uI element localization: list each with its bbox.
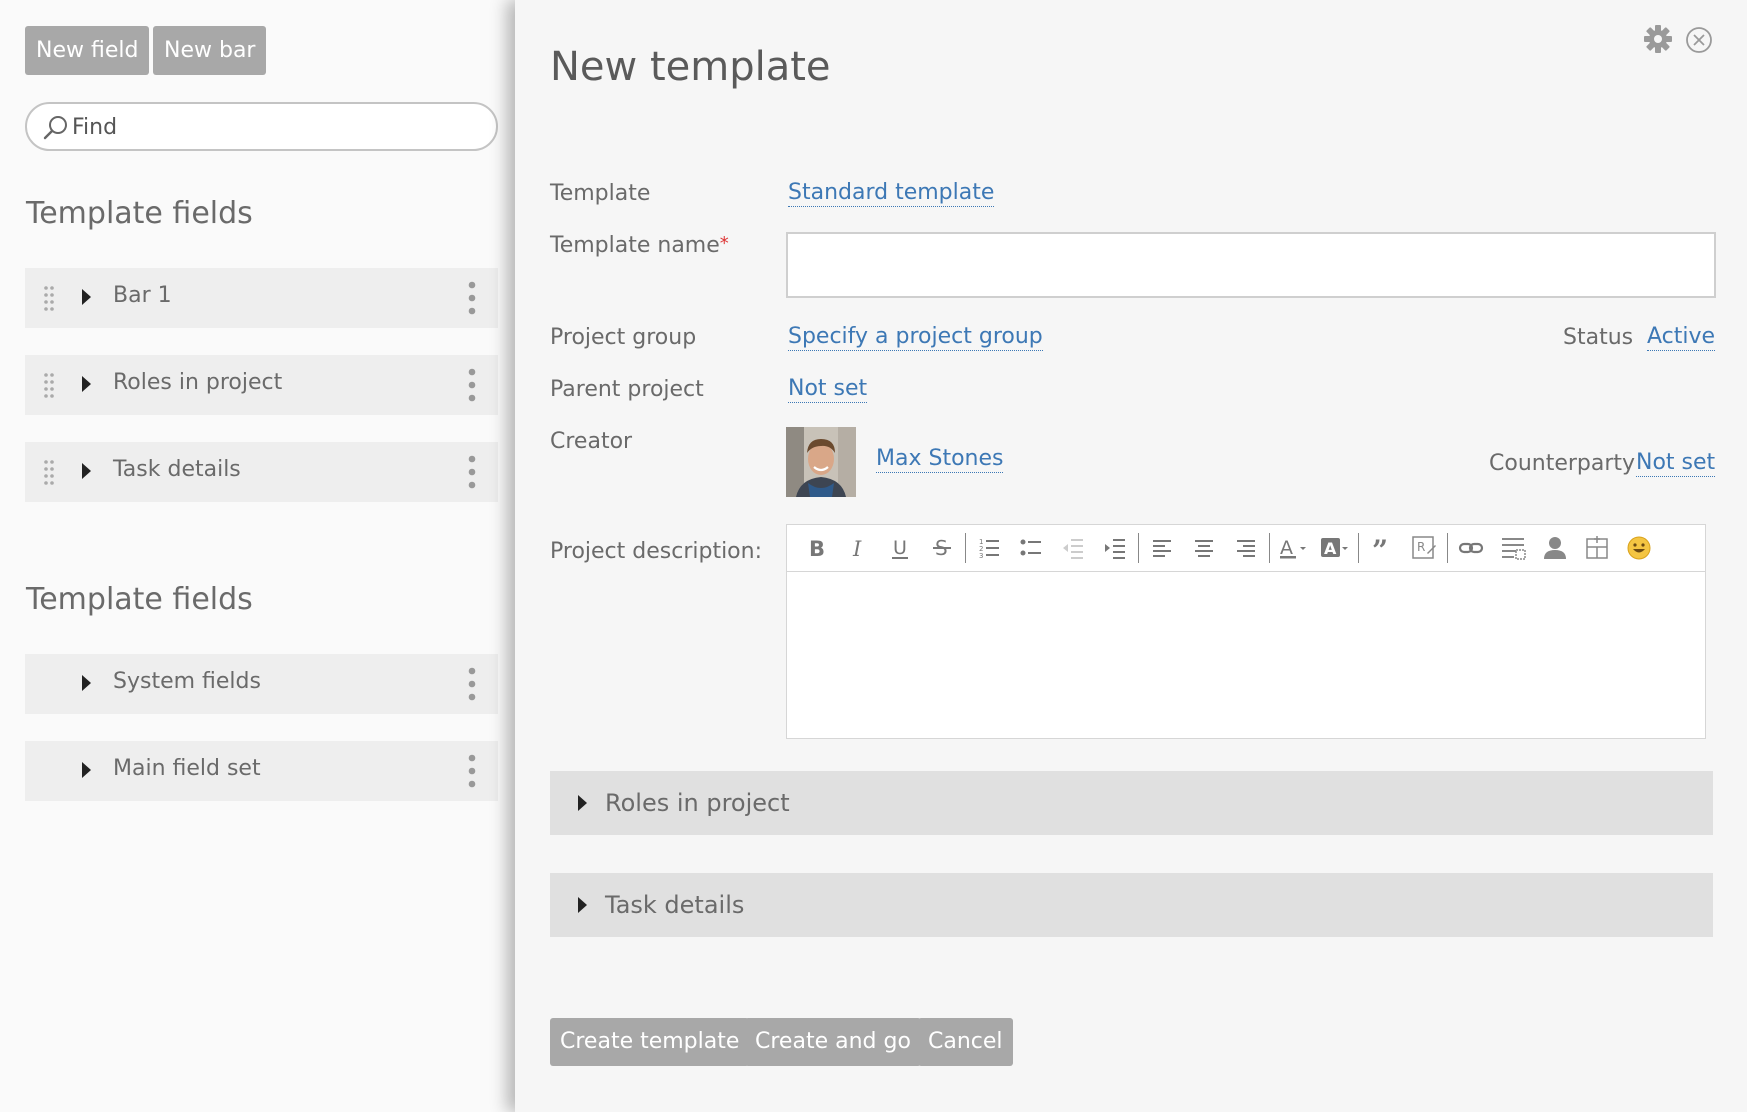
project-description-label: Project description: [550, 539, 762, 564]
toolbar-separator [1138, 533, 1139, 563]
template-fields-sidebar: New field New bar Find Template fields B… [0, 0, 515, 1112]
field-row-label: Roles in project [113, 370, 283, 395]
expand-triangle-icon[interactable] [578, 897, 587, 913]
insert-user-icon[interactable] [1534, 528, 1576, 568]
status-link[interactable]: Active [1647, 324, 1716, 351]
more-options-icon[interactable] [468, 281, 476, 315]
counterparty-label: Counterparty [1489, 451, 1636, 476]
more-options-icon[interactable] [468, 754, 476, 788]
project-description-editor: B I U S 123 A A ” R [786, 524, 1706, 739]
search-placeholder: Find [72, 115, 118, 140]
field-row-label: Task details [113, 457, 241, 482]
field-row-bar-1[interactable]: Bar 1 [25, 268, 498, 328]
expand-triangle-icon[interactable] [82, 762, 91, 778]
svg-text:R: R [1417, 540, 1425, 554]
outdent-icon[interactable] [1052, 528, 1094, 568]
avatar-photo [786, 427, 856, 497]
toolbar-separator [1447, 533, 1448, 563]
field-row-roles-in-project[interactable]: Roles in project [25, 355, 498, 415]
close-icon[interactable] [1685, 26, 1713, 54]
underline-icon[interactable]: U [879, 528, 921, 568]
creator-label: Creator [550, 429, 633, 454]
search-input[interactable]: Find [25, 102, 498, 151]
ordered-list-icon[interactable]: 123 [968, 528, 1010, 568]
expand-triangle-icon[interactable] [82, 289, 91, 305]
indent-icon[interactable] [1094, 528, 1136, 568]
field-row-main-field-set[interactable]: Main field set [25, 741, 498, 801]
toolbar-separator [1358, 533, 1359, 563]
svg-text:”: ” [1372, 536, 1388, 560]
creator-link[interactable]: Max Stones [876, 446, 1004, 473]
panel-label: Task details [605, 891, 745, 919]
svg-text:A: A [1280, 537, 1293, 559]
section-title-template-fields: Template fields [26, 196, 253, 231]
more-options-icon[interactable] [468, 368, 476, 402]
align-center-icon[interactable] [1183, 528, 1225, 568]
insert-table-icon[interactable] [1576, 528, 1618, 568]
create-template-button[interactable]: Create template [550, 1018, 750, 1066]
insert-field-icon[interactable] [1492, 528, 1534, 568]
template-name-label: Template name* [550, 233, 729, 258]
field-row-label: Bar 1 [113, 283, 172, 308]
panel-label: Roles in project [605, 789, 790, 817]
template-label: Template [550, 181, 651, 206]
strikethrough-icon[interactable]: S [921, 528, 963, 568]
more-options-icon[interactable] [468, 667, 476, 701]
parent-project-link[interactable]: Not set [788, 376, 868, 403]
new-template-dialog: New template Template Standard template … [515, 0, 1747, 1112]
gear-icon[interactable] [1643, 24, 1673, 54]
parent-project-label: Parent project [550, 377, 704, 402]
new-field-button[interactable]: New field [25, 26, 150, 75]
svg-text:B: B [809, 537, 825, 560]
background-color-icon[interactable]: A [1314, 528, 1356, 568]
search-icon [43, 116, 67, 140]
unordered-list-icon[interactable] [1010, 528, 1052, 568]
panel-roles-in-project[interactable]: Roles in project [550, 771, 1713, 835]
toolbar-separator [965, 533, 966, 563]
field-row-system-fields[interactable]: System fields [25, 654, 498, 714]
field-row-label: Main field set [113, 756, 261, 781]
more-options-icon[interactable] [468, 455, 476, 489]
counterparty-link[interactable]: Not set [1636, 450, 1716, 477]
project-group-link[interactable]: Specify a project group [788, 324, 1043, 351]
toolbar-separator [1269, 533, 1270, 563]
align-right-icon[interactable] [1225, 528, 1267, 568]
new-bar-button[interactable]: New bar [153, 26, 267, 75]
svg-text:I: I [852, 537, 862, 560]
section-title-system-fields: Template fields [26, 582, 253, 617]
panel-task-details[interactable]: Task details [550, 873, 1713, 937]
emoji-icon[interactable] [1618, 528, 1660, 568]
status-label: Status [1563, 325, 1634, 350]
italic-icon[interactable]: I [837, 528, 879, 568]
template-link[interactable]: Standard template [788, 180, 995, 207]
editor-toolbar: B I U S 123 A A ” R [787, 525, 1705, 572]
source-icon[interactable]: R [1403, 528, 1445, 568]
create-and-go-button[interactable]: Create and go [745, 1018, 921, 1066]
required-marker: * [719, 233, 729, 254]
svg-text:A: A [1324, 539, 1337, 558]
field-row-task-details[interactable]: Task details [25, 442, 498, 502]
dialog-title: New template [550, 44, 831, 90]
bold-icon[interactable]: B [795, 528, 837, 568]
expand-triangle-icon[interactable] [578, 795, 587, 811]
text-color-icon[interactable]: A [1272, 528, 1314, 568]
svg-text:3: 3 [979, 552, 983, 560]
avatar[interactable] [786, 427, 856, 497]
align-left-icon[interactable] [1141, 528, 1183, 568]
description-textarea[interactable] [787, 572, 1705, 737]
link-icon[interactable] [1450, 528, 1492, 568]
quote-icon[interactable]: ” [1361, 528, 1403, 568]
drag-handle-icon[interactable] [42, 459, 56, 487]
expand-triangle-icon[interactable] [82, 463, 91, 479]
expand-triangle-icon[interactable] [82, 376, 91, 392]
cancel-button[interactable]: Cancel [918, 1018, 1013, 1066]
drag-handle-icon[interactable] [42, 372, 56, 400]
expand-triangle-icon[interactable] [82, 675, 91, 691]
svg-text:U: U [893, 537, 907, 559]
field-row-label: System fields [113, 669, 261, 694]
template-name-input[interactable] [786, 232, 1716, 298]
drag-handle-icon[interactable] [42, 285, 56, 313]
project-group-label: Project group [550, 325, 697, 350]
